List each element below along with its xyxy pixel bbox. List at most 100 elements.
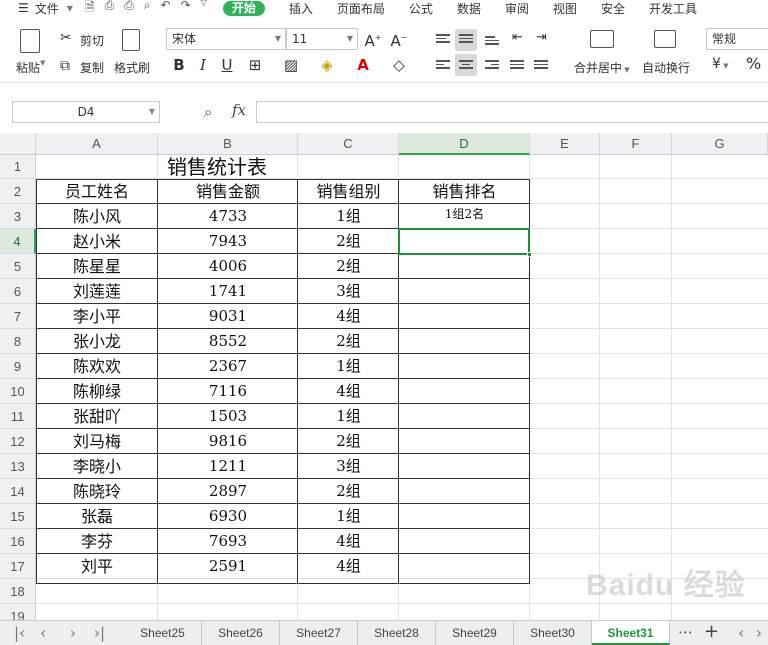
header-cell[interactable]: 员工姓名: [36, 179, 158, 204]
first-sheet-icon[interactable]: |‹: [14, 624, 25, 642]
data-cell[interactable]: 李小平: [36, 304, 158, 329]
border-icon[interactable]: ⊞: [244, 54, 266, 76]
cut-button[interactable]: 剪切: [80, 32, 104, 49]
data-cell[interactable]: [399, 252, 530, 277]
wrap-text-button[interactable]: 自动换行: [642, 59, 690, 76]
data-cell[interactable]: 2组: [298, 329, 399, 354]
scissors-icon[interactable]: ✂: [60, 30, 72, 46]
data-cell[interactable]: 1503: [158, 404, 298, 429]
clear-format-icon[interactable]: ◇: [388, 54, 410, 76]
distributed-icon[interactable]: [534, 60, 548, 72]
font-name-select[interactable]: 宋体 ▼: [166, 28, 286, 50]
export-icon[interactable]: ⎙: [105, 0, 115, 19]
align-right-icon[interactable]: [485, 60, 499, 72]
merge-center-icon[interactable]: [590, 30, 614, 48]
active-cell-d4[interactable]: [398, 228, 532, 257]
data-cell[interactable]: 张磊: [36, 504, 158, 529]
data-cell[interactable]: 2组: [298, 429, 399, 454]
data-cell[interactable]: 4组: [298, 529, 399, 554]
align-center-icon[interactable]: [455, 54, 477, 76]
data-cell[interactable]: 4组: [298, 379, 399, 404]
copy-button[interactable]: 复制: [80, 59, 104, 76]
data-cell[interactable]: [399, 302, 530, 327]
row-header-7[interactable]: 7: [0, 304, 36, 329]
data-cell[interactable]: 8552: [158, 329, 298, 354]
sheet-tab-sheet26[interactable]: Sheet26: [202, 621, 280, 645]
data-cell[interactable]: 陈欢欢: [36, 354, 158, 379]
column-header-b[interactable]: B: [158, 133, 298, 155]
row-header-12[interactable]: 12: [0, 429, 36, 454]
row-header-8[interactable]: 8: [0, 329, 36, 354]
data-cell[interactable]: [399, 402, 530, 427]
data-cell[interactable]: [399, 502, 530, 527]
save-icon[interactable]: 🗎: [85, 0, 95, 19]
row-header-11[interactable]: 11: [0, 404, 36, 429]
next-sheet-icon[interactable]: ›: [70, 624, 76, 642]
row-header-13[interactable]: 13: [0, 454, 36, 479]
tab-view[interactable]: 视图: [553, 0, 577, 17]
data-cell[interactable]: 陈小风: [36, 204, 158, 229]
data-cell[interactable]: 4组: [298, 554, 399, 579]
sheet-grid[interactable]: A B C D E F G 1 2 3 4 5 6 7 8 9 10 11 12 13 14 15 16 17 18 19 销售统计…: [0, 133, 768, 620]
data-cell[interactable]: [399, 327, 530, 352]
underline-icon[interactable]: U: [216, 54, 238, 76]
wrap-text-icon[interactable]: [654, 30, 676, 48]
column-header-f[interactable]: F: [600, 133, 672, 155]
redo-icon[interactable]: ↷: [181, 0, 191, 19]
data-cell[interactable]: 1组: [298, 504, 399, 529]
tab-insert[interactable]: 插入: [289, 0, 313, 17]
data-cell[interactable]: 7116: [158, 379, 298, 404]
tab-data[interactable]: 数据: [457, 0, 481, 17]
justify-icon[interactable]: [510, 60, 524, 72]
data-cell[interactable]: [399, 352, 530, 377]
row-header-9[interactable]: 9: [0, 354, 36, 379]
data-cell[interactable]: 1741: [158, 279, 298, 304]
copy-icon[interactable]: ⧉: [60, 58, 70, 74]
row-header-1[interactable]: 1: [0, 155, 36, 179]
data-cell[interactable]: 1组: [298, 354, 399, 379]
last-sheet-icon[interactable]: ›|: [94, 624, 105, 642]
align-top-icon[interactable]: [436, 34, 450, 46]
name-box[interactable]: D4 ▼: [12, 101, 160, 123]
data-cell[interactable]: 陈晓玲: [36, 479, 158, 504]
sheet-tab-sheet31[interactable]: Sheet31: [592, 621, 670, 645]
row-header-4[interactable]: 4: [0, 229, 36, 254]
sheet-tab-sheet29[interactable]: Sheet29: [436, 621, 514, 645]
sheet-tab-sheet30[interactable]: Sheet30: [514, 621, 592, 645]
paste-icon[interactable]: [20, 29, 40, 53]
tab-security[interactable]: 安全: [601, 0, 625, 17]
data-cell[interactable]: 李晓小: [36, 454, 158, 479]
data-cell[interactable]: [399, 377, 530, 402]
data-cell[interactable]: 7693: [158, 529, 298, 554]
paste-dropdown-icon[interactable]: ▼: [40, 59, 45, 67]
data-cell[interactable]: 张甜吖: [36, 404, 158, 429]
select-all-corner[interactable]: [0, 133, 36, 155]
data-cell[interactable]: 2组: [298, 254, 399, 279]
data-cell[interactable]: 1211: [158, 454, 298, 479]
chevron-down-icon[interactable]: ▼: [67, 4, 73, 13]
data-cell[interactable]: 9816: [158, 429, 298, 454]
row-header-19[interactable]: 19: [0, 604, 36, 620]
data-cell[interactable]: 6930: [158, 504, 298, 529]
data-cell[interactable]: 2组: [298, 229, 399, 254]
tab-home[interactable]: 开始: [222, 0, 265, 16]
data-cell[interactable]: 4组: [298, 304, 399, 329]
data-cell[interactable]: [399, 277, 530, 302]
column-header-e[interactable]: E: [530, 133, 600, 155]
hamburger-icon[interactable]: ☰: [18, 1, 29, 15]
customize-icon[interactable]: ▽: [201, 0, 207, 19]
italic-icon[interactable]: I: [192, 54, 214, 76]
data-cell[interactable]: 2897: [158, 479, 298, 504]
decrease-indent-icon[interactable]: ⇤: [512, 30, 523, 45]
header-cell[interactable]: 销售排名: [399, 179, 530, 204]
row-header-16[interactable]: 16: [0, 529, 36, 554]
row-header-3[interactable]: 3: [0, 204, 36, 229]
print-icon[interactable]: ⎙: [124, 0, 134, 19]
row-header-5[interactable]: 5: [0, 254, 36, 279]
percent-icon[interactable]: %: [746, 54, 761, 73]
row-header-10[interactable]: 10: [0, 379, 36, 404]
sheet-tab-sheet28[interactable]: Sheet28: [358, 621, 436, 645]
sheet-tab-sheet25[interactable]: Sheet25: [124, 621, 202, 645]
header-cell[interactable]: 销售金额: [158, 179, 298, 204]
formula-input[interactable]: [256, 101, 768, 123]
